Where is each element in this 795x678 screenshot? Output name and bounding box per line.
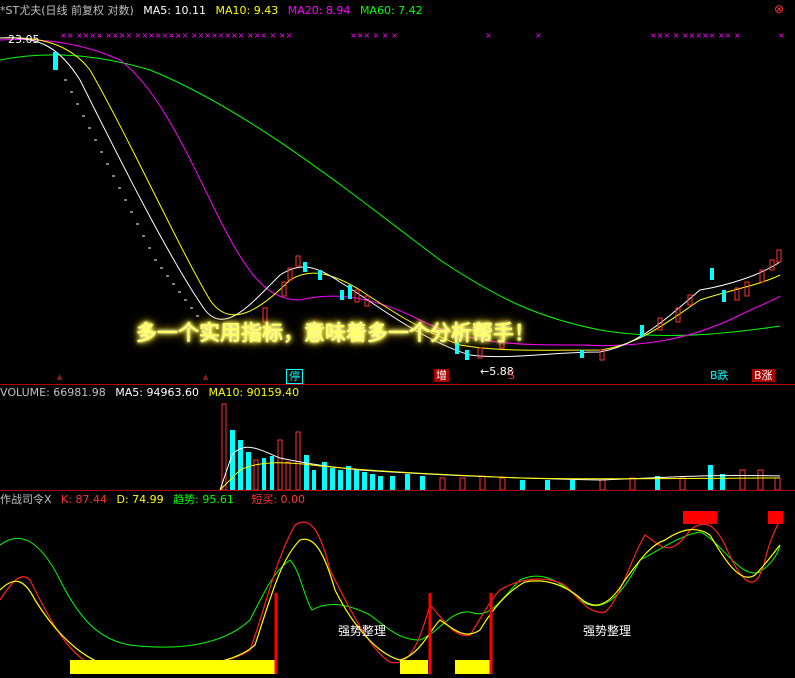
consolidation-annotation: 强势整理 bbox=[338, 624, 387, 638]
top-signal-boxes bbox=[683, 511, 783, 524]
indicator-header: 作战司令X K: 87.44 D: 74.99 趋势: 95.61 短买: 0.… bbox=[0, 493, 311, 507]
d-line-yellow bbox=[0, 528, 781, 670]
volume-ma5-line bbox=[219, 446, 781, 491]
panel-separator bbox=[0, 490, 795, 491]
d-value-label: D: 74.99 bbox=[116, 493, 164, 506]
svg-text:××× × × ×: ××× × × × bbox=[350, 31, 398, 40]
svg-text:×: × bbox=[778, 31, 785, 40]
volume-ma10-line bbox=[219, 462, 781, 491]
up-arrow-icon: ⩓ bbox=[57, 373, 62, 383]
up-arrow-icon: ⩓ bbox=[203, 373, 208, 383]
ma5-line bbox=[0, 37, 781, 358]
panel-separator bbox=[0, 384, 795, 385]
high-price-label: 23.05 bbox=[8, 33, 40, 46]
ma10-line bbox=[0, 37, 781, 351]
buy-signal-bars bbox=[70, 660, 490, 674]
volume-header: VOLUME: 66981.98 MA5: 94963.60 MA10: 901… bbox=[0, 386, 305, 400]
k-line-red bbox=[0, 519, 781, 670]
buy-up-marker[interactable]: B涨 bbox=[752, 369, 775, 382]
increase-marker[interactable]: 增 bbox=[434, 369, 449, 382]
volume-ma10-label: MA10: 90159.40 bbox=[208, 386, 300, 399]
trend-value-label: 趋势: 95.61 bbox=[173, 493, 234, 506]
ma60-line bbox=[0, 54, 781, 336]
consolidation-annotation: 强势整理 bbox=[583, 624, 632, 638]
halt-marker[interactable]: 停 bbox=[286, 369, 303, 384]
short-buy-label: 短买: 0.00 bbox=[251, 493, 306, 506]
signal-marks: ×× ×××× ×××× ×××××××× ×××××××× ××× × ×× … bbox=[60, 31, 785, 40]
ma20-line bbox=[0, 39, 781, 347]
svg-text:×: × bbox=[485, 31, 492, 40]
volume-ma5-label: MA5: 94963.60 bbox=[115, 386, 199, 399]
sell-marker[interactable]: S bbox=[506, 369, 517, 382]
svg-text:×: × bbox=[535, 31, 542, 40]
limit-down-dashes bbox=[64, 79, 199, 317]
svg-text:××× × ××××× ×× ×: ××× × ××××× ×× × bbox=[650, 31, 741, 40]
k-value-label: K: 87.44 bbox=[61, 493, 107, 506]
indicator-name: 作战司令X bbox=[0, 493, 52, 506]
trend-line-green bbox=[0, 531, 781, 648]
buy-down-marker[interactable]: B跌 bbox=[708, 369, 731, 382]
volume-label: VOLUME: 66981.98 bbox=[0, 386, 106, 399]
svg-text:×× ×××× ×××× ×××××××× ××××××××: ×× ×××× ×××× ×××××××× ×××××××× ××× × ×× bbox=[60, 31, 292, 40]
volume-bars bbox=[221, 403, 781, 491]
indicator-lines bbox=[0, 519, 781, 670]
promo-banner: 多一个实用指标，意味着多一个分析帮手！ bbox=[136, 321, 535, 345]
